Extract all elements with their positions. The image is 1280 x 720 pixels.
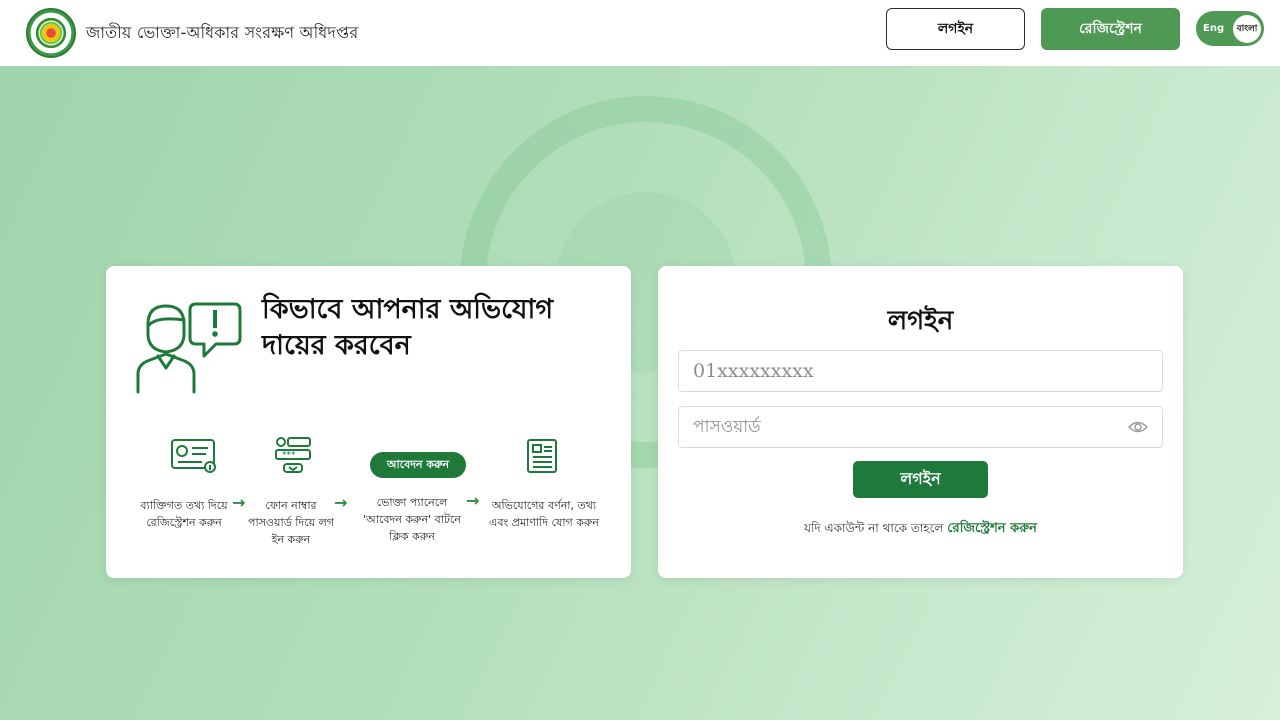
language-toggle[interactable]: Eng বাংলা [1196,11,1264,46]
step-1-text: ব্যাক্তিগত তথ্য দিয়ে রেজিস্ট্রেশন করুন [140,499,228,530]
top-navbar: জাতীয় ভোক্তা-অধিকার সংরক্ষণ অধিদপ্তর লগ… [0,0,1280,66]
register-link[interactable]: রেজিস্ট্রেশন করুন [947,521,1037,536]
logo-emblem [40,22,62,44]
login-heading: লগইন [887,306,954,336]
main-background: কিভাবে আপনার অভিযোগ দায়ের করবেন *** আবে… [0,66,1280,720]
person-complaint-icon [136,302,242,394]
step-2-text: ফোন নাম্বার পাসওয়ার্ড দিয়ে লগ ইন করুন [248,499,335,547]
how-to-complain-card: কিভাবে আপনার অভিযোগ দায়ের করবেন *** আবে… [106,266,631,578]
register-prompt: যদি একাউন্ট না থাকে তাহলে রেজিস্ট্রেশন ক… [658,519,1183,540]
login-form-icon: *** [275,437,311,473]
site-logo[interactable] [26,8,76,58]
site-title[interactable]: জাতীয় ভোক্তা-অধিকার সংরক্ষণ অধিদপ্তর [86,20,358,47]
id-card-icon [171,439,216,473]
step-3-text: ভোক্তা প্যানেলে 'আবেদন করুন' বাটনে ক্লিক… [363,496,461,544]
password-input[interactable] [678,406,1163,448]
header-login-button[interactable]: লগইন [886,8,1025,50]
apply-now-illustration: আবেদন করুন [370,452,466,478]
lang-option-bangla[interactable]: বাংলা [1233,14,1261,43]
show-password-eye-icon[interactable] [1128,417,1148,437]
phone-input[interactable] [678,350,1163,392]
header-register-button[interactable]: রেজিস্ট্রেশন [1041,8,1180,50]
how-to-complain-title: কিভাবে আপনার অভিযোগ দায়ের করবেন [262,294,554,362]
lang-option-english[interactable]: Eng [1203,23,1224,34]
step-arrow: → [466,491,480,510]
svg-text:***: *** [282,451,296,461]
login-card: লগইন লগইন যদি একাউন্ট না থাকে তাহলে রেজি… [658,266,1183,578]
login-submit-button[interactable]: লগইন [853,461,988,498]
no-account-text: যদি একাউন্ট না থাকে তাহলে [804,521,944,535]
document-icon [527,439,557,473]
step-4-text: অভিযোগের বর্ণনা, তথ্য এবং প্রমাণাদি যোগ … [489,499,599,530]
step-arrow: → [232,493,246,512]
step-arrow: → [334,493,348,512]
